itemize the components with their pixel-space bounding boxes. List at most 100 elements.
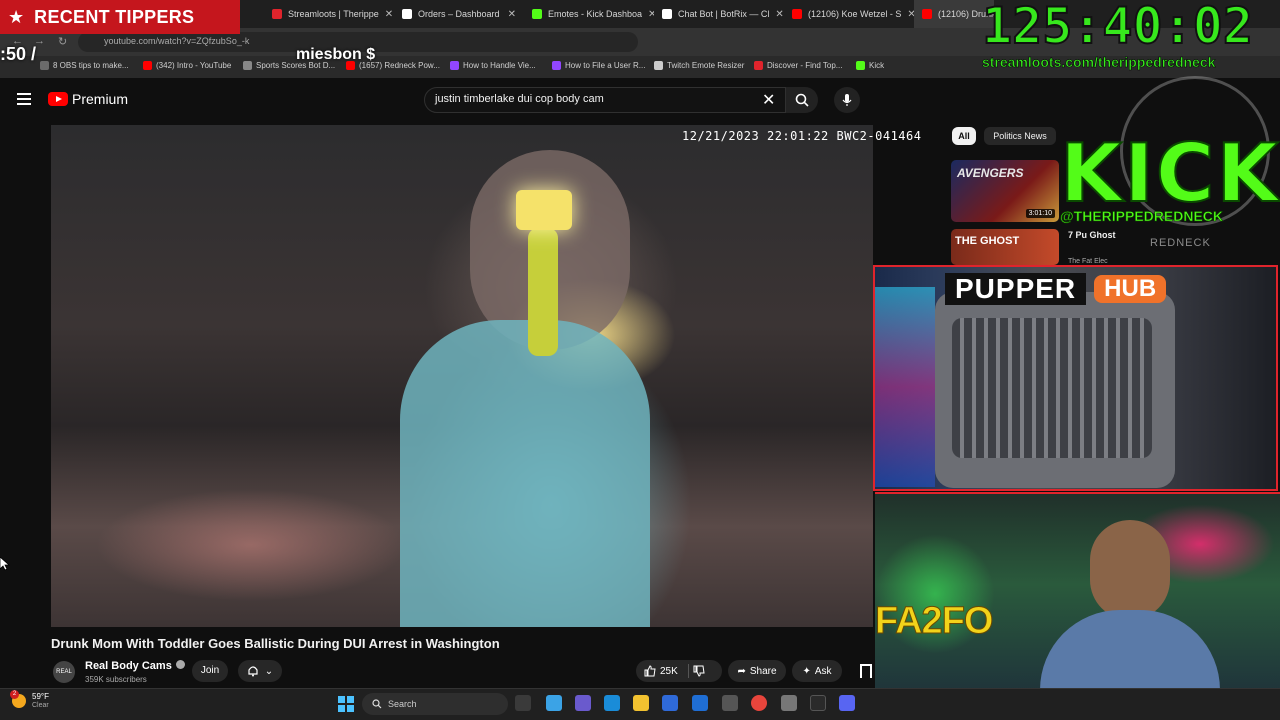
bookmark-label: Twitch Emote Resizer <box>667 61 745 70</box>
kick-handle: @THERIPPEDREDNECK <box>1060 208 1224 225</box>
weather-widget[interactable]: 2 59°F Clear <box>10 690 49 710</box>
kick-logo: KICK <box>1060 130 1280 218</box>
video-duration: 3:01:10 <box>1025 209 1055 218</box>
bell-icon <box>248 666 258 677</box>
outlook-icon[interactable] <box>692 695 708 711</box>
join-button[interactable]: Join <box>192 660 228 682</box>
subscriber-count: 359K subscribers <box>85 675 147 684</box>
hub-label: HUB <box>1094 275 1167 303</box>
task-view-icon[interactable] <box>515 695 531 711</box>
bookmark-discover[interactable]: Discover - Find Top... <box>754 61 842 70</box>
twitch-icon <box>450 61 459 70</box>
search-input[interactable]: justin timberlake dui cop body cam <box>424 87 786 113</box>
bookmark-label: (342) Intro - YouTube <box>156 61 232 70</box>
pupper-hub-title: PUPPER HUB <box>945 271 1207 307</box>
close-icon[interactable]: ✕ <box>385 9 393 20</box>
thumbs-down-icon[interactable] <box>693 665 705 677</box>
search-icon <box>372 699 382 709</box>
close-icon[interactable]: ✕ <box>508 9 516 20</box>
taskbar-search[interactable]: Search <box>362 693 508 715</box>
voice-search-button[interactable] <box>834 87 860 113</box>
bookmark-label: Discover - Find Top... <box>767 61 843 70</box>
terminal-icon[interactable] <box>810 695 826 711</box>
globe-icon <box>243 61 252 70</box>
teams-icon[interactable] <box>575 695 591 711</box>
botrix-icon <box>662 9 672 19</box>
app-icon[interactable] <box>781 695 797 711</box>
recent-tippers-label: RECENT TIPPERS <box>34 6 195 27</box>
clear-search-icon[interactable]: ✕ <box>762 90 775 110</box>
search-button[interactable] <box>786 87 818 113</box>
bodycam-timestamp: 12/21/2023 22:01:22 BWC2-041464 <box>682 129 922 143</box>
recommended-video-title[interactable]: 7 Pu Ghost <box>1068 229 1118 241</box>
bookmark-label: 8 OBS tips to make... <box>53 61 129 70</box>
bookmark-emote-resizer[interactable]: Twitch Emote Resizer <box>654 61 744 70</box>
temperature: 59°F <box>32 692 49 701</box>
hamburger-menu-icon[interactable] <box>17 93 31 105</box>
tab-label: Streamloots | Therippe <box>288 9 379 19</box>
youtube-icon <box>792 9 802 19</box>
reload-icon[interactable]: ↻ <box>58 35 67 48</box>
streamloots-url: streamloots.com/therippedredneck <box>982 54 1216 71</box>
avatar-text: REAL <box>56 669 72 675</box>
bookmark-kick[interactable]: Kick <box>856 61 884 70</box>
edge-icon[interactable] <box>604 695 620 711</box>
notification-badge: 2 <box>10 690 19 699</box>
kick-icon <box>532 9 542 19</box>
bookmark-obs-tips[interactable]: 8 OBS tips to make... <box>40 61 129 70</box>
video-title: Drunk Mom With Toddler Goes Ballistic Du… <box>51 636 500 651</box>
pupper-label: PUPPER <box>945 273 1087 305</box>
like-button[interactable]: 25K <box>636 660 722 682</box>
ask-button[interactable]: ✦ Ask <box>792 660 842 682</box>
chip-politics-news[interactable]: Politics News <box>984 127 1056 145</box>
chrome-icon[interactable] <box>751 695 767 711</box>
recommended-video-thumbnail[interactable]: AVENGERS 3:01:10 <box>951 160 1059 222</box>
tab-orders[interactable]: Orders – Dashboard ✕ <box>394 0 524 28</box>
file-explorer-icon[interactable] <box>633 695 649 711</box>
youtube-icon <box>143 61 152 70</box>
windows-start-icon[interactable] <box>338 696 354 712</box>
neon-light <box>875 287 935 487</box>
share-label: Share <box>749 665 777 677</box>
close-icon[interactable]: ✕ <box>775 9 783 20</box>
tip-ticker: :50 / <box>0 44 37 64</box>
bookmark-intro-youtube[interactable]: (342) Intro - YouTube <box>143 61 231 70</box>
video-flashlight <box>516 190 572 230</box>
like-divider <box>687 664 689 678</box>
copilot-icon[interactable] <box>546 695 562 711</box>
share-button[interactable]: ➦ Share <box>728 660 786 682</box>
like-count: 25K <box>660 665 678 677</box>
tab-kick-emotes[interactable]: Emotes - Kick Dashboa ✕ <box>524 0 654 28</box>
verified-icon <box>175 660 185 669</box>
notification-bell-button[interactable]: ⌄ <box>238 660 282 682</box>
store-icon[interactable] <box>662 695 678 711</box>
youtube-icon <box>48 92 68 106</box>
chip-all[interactable]: All <box>952 127 976 145</box>
obs-icon[interactable] <box>722 695 738 711</box>
bookmark-handle-views[interactable]: How to Handle Vie... <box>450 61 536 70</box>
star-icon: ★ <box>8 6 25 27</box>
channel-name: Real Body Cams <box>85 660 172 672</box>
youtube-icon <box>922 9 932 19</box>
youtube-premium-logo[interactable]: Premium <box>48 91 128 107</box>
discord-icon[interactable] <box>839 695 855 711</box>
tab-streamloots[interactable]: Streamloots | Therippe ✕ <box>264 0 394 28</box>
mouse-cursor-icon <box>0 557 10 571</box>
channel-avatar[interactable]: REAL <box>53 661 75 683</box>
tab-koe-wetzel[interactable]: (12106) Koe Wetzel - S ✕ <box>784 0 914 28</box>
share-icon: ➦ <box>737 665 746 677</box>
thumbnail-text: THE GHOST <box>955 235 1020 247</box>
channel-name-link[interactable]: Real Body Cams <box>85 660 185 672</box>
tab-label: Emotes - Kick Dashboa <box>548 9 643 19</box>
close-icon[interactable]: ✕ <box>907 9 914 20</box>
bookmark-file-user-report[interactable]: How to File a User R... <box>552 61 645 70</box>
redneck-label: REDNECK <box>1150 237 1211 249</box>
taskbar-search-label: Search <box>388 699 417 709</box>
search-icon <box>795 93 809 107</box>
tab-botrix[interactable]: Chat Bot | BotRix — Cl ✕ <box>654 0 784 28</box>
recent-tippers-banner: ★ RECENT TIPPERS <box>0 0 240 34</box>
recommended-video-thumbnail[interactable]: THE GHOST <box>951 229 1059 265</box>
logo-text: Premium <box>72 91 129 107</box>
save-bookmark-icon[interactable] <box>860 664 872 678</box>
tipper-name: miesbon $ <box>296 46 376 63</box>
